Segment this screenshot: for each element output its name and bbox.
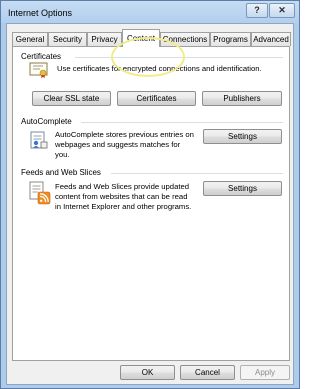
tab-content[interactable]: Content bbox=[122, 29, 160, 47]
dialog-client-area: General Security Privacy Content Connect… bbox=[6, 23, 294, 385]
title-bar[interactable]: Internet Options ? ✕ bbox=[1, 1, 299, 23]
close-button[interactable]: ✕ bbox=[269, 3, 295, 18]
internet-options-window: Internet Options ? ✕ General Security Pr… bbox=[0, 0, 300, 389]
cancel-button[interactable]: Cancel bbox=[180, 365, 235, 380]
tab-connections[interactable]: Connections bbox=[160, 32, 210, 46]
publishers-button[interactable]: Publishers bbox=[202, 91, 282, 106]
certificates-description: Use certificates for encrypted connectio… bbox=[57, 64, 262, 73]
feeds-rss-icon bbox=[29, 181, 51, 205]
content-tab-panel: Certificates Use certificates for encryp… bbox=[12, 46, 290, 361]
feeds-settings-button[interactable]: Settings bbox=[203, 181, 282, 196]
certificate-icon bbox=[29, 62, 49, 78]
feeds-description: Feeds and Web Slices provide updated con… bbox=[55, 182, 192, 211]
ok-button[interactable]: OK bbox=[120, 365, 175, 380]
feeds-group-title: Feeds and Web Slices bbox=[21, 168, 101, 177]
autocomplete-icon bbox=[30, 130, 48, 150]
window-title: Internet Options bbox=[8, 8, 73, 18]
certificates-button[interactable]: Certificates bbox=[117, 91, 196, 106]
autocomplete-settings-button[interactable]: Settings bbox=[203, 129, 282, 144]
tab-security[interactable]: Security bbox=[48, 32, 87, 46]
autocomplete-group-title: AutoComplete bbox=[21, 117, 72, 126]
autocomplete-description: AutoComplete stores previous entries on … bbox=[55, 130, 194, 159]
clear-ssl-state-button[interactable]: Clear SSL state bbox=[32, 91, 111, 106]
tab-general[interactable]: General bbox=[12, 32, 48, 46]
autocomplete-divider bbox=[81, 122, 283, 123]
tab-programs[interactable]: Programs bbox=[210, 32, 251, 46]
certificates-divider bbox=[75, 57, 283, 58]
certificates-group-title: Certificates bbox=[21, 52, 62, 61]
help-button[interactable]: ? bbox=[246, 3, 268, 18]
feeds-divider bbox=[111, 173, 283, 174]
tab-privacy[interactable]: Privacy bbox=[87, 32, 122, 46]
tab-advanced[interactable]: Advanced bbox=[251, 32, 291, 46]
apply-button[interactable]: Apply bbox=[240, 365, 290, 380]
